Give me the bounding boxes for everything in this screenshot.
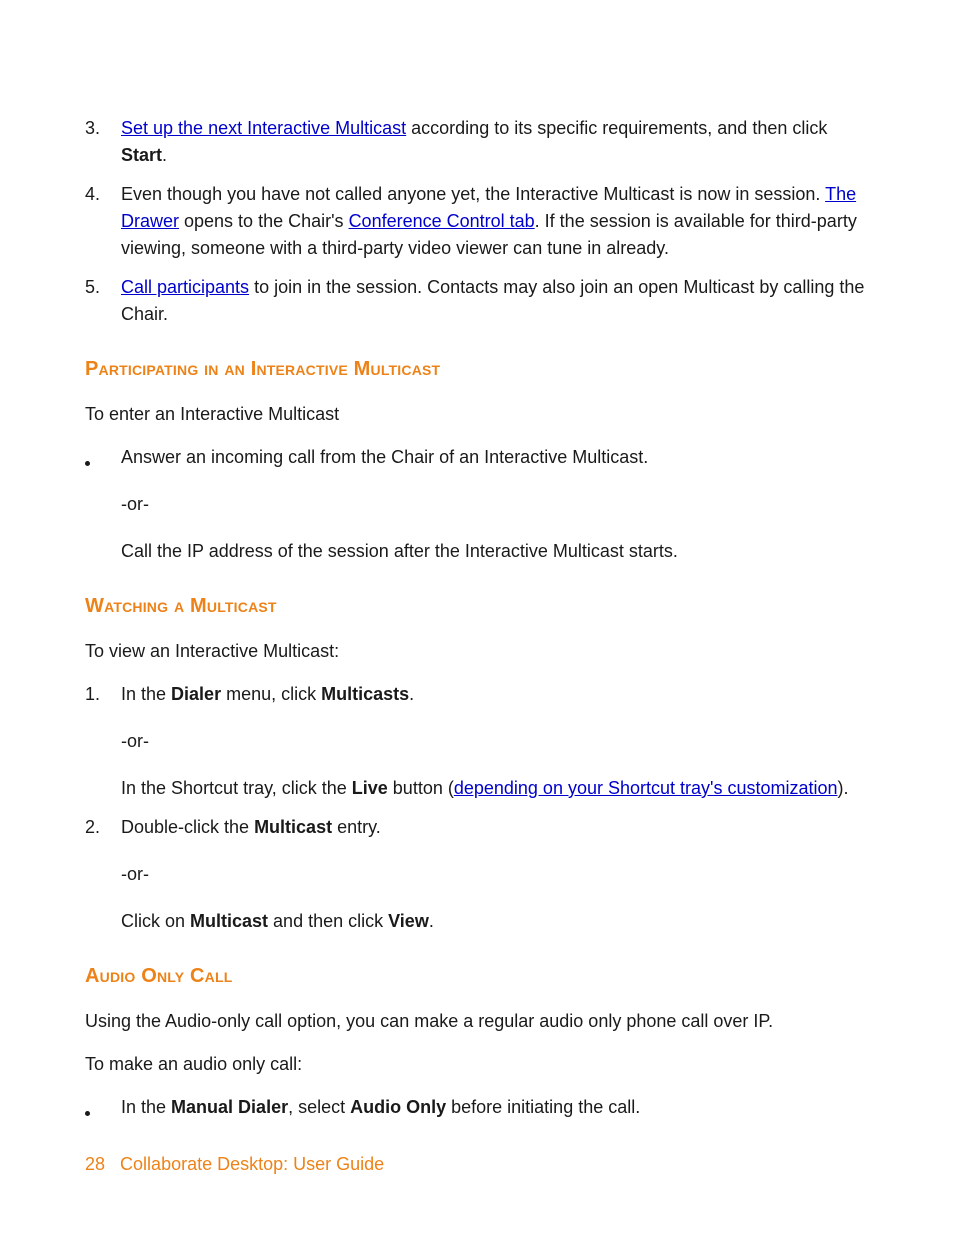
- or-separator: -or-: [121, 728, 874, 755]
- paragraph: To enter an Interactive Multicast: [85, 401, 874, 428]
- participating-bullets: Answer an incoming call from the Chair o…: [85, 444, 874, 565]
- footer-title: Collaborate Desktop: User Guide: [120, 1154, 384, 1174]
- step-2-alt: Click on Multicast and then click View.: [121, 908, 874, 935]
- link-setup-multicast[interactable]: Set up the next Interactive Multicast: [121, 118, 406, 138]
- text: Click on: [121, 911, 190, 931]
- setup-multicast-steps: 3. Set up the next Interactive Multicast…: [85, 115, 874, 328]
- bullet-icon: [85, 461, 90, 466]
- heading-audio-only: Audio Only Call: [85, 965, 874, 988]
- text: menu, click: [221, 684, 321, 704]
- text: Double-click the: [121, 817, 254, 837]
- text: button (: [388, 778, 454, 798]
- text: , select: [288, 1097, 350, 1117]
- text: according to its specific requirements, …: [406, 118, 827, 138]
- list-item-body: Answer an incoming call from the Chair o…: [121, 444, 874, 565]
- link-conference-control-tab[interactable]: Conference Control tab: [349, 211, 535, 231]
- list-marker: 5.: [85, 274, 121, 328]
- step-body: Even though you have not called anyone y…: [121, 181, 874, 262]
- text: .: [429, 911, 434, 931]
- audio-only-bullets: In the Manual Dialer, select Audio Only …: [85, 1094, 874, 1121]
- or-separator: -or-: [121, 491, 874, 518]
- text: ).: [838, 778, 849, 798]
- page-footer: 28 Collaborate Desktop: User Guide: [85, 1154, 384, 1175]
- bold-live: Live: [352, 778, 388, 798]
- step-body: Call participants to join in the session…: [121, 274, 874, 328]
- bold-start: Start: [121, 145, 162, 165]
- text: opens to the Chair's: [179, 211, 349, 231]
- list-marker: 3.: [85, 115, 121, 169]
- text: entry.: [332, 817, 381, 837]
- text: and then click: [268, 911, 388, 931]
- step-3: 3. Set up the next Interactive Multicast…: [85, 115, 874, 169]
- list-marker: 4.: [85, 181, 121, 262]
- or-separator: -or-: [121, 861, 874, 888]
- step-body: In the Dialer menu, click Multicasts. -o…: [121, 681, 874, 802]
- step-1-alt: In the Shortcut tray, click the Live but…: [121, 775, 874, 802]
- heading-participating: Participating in an Interactive Multicas…: [85, 358, 874, 381]
- bold-view: View: [388, 911, 429, 931]
- paragraph: Using the Audio-only call option, you ca…: [85, 1008, 874, 1035]
- text: In the Shortcut tray, click the: [121, 778, 352, 798]
- list-item: In the Manual Dialer, select Audio Only …: [85, 1094, 874, 1121]
- list-marker: 2.: [85, 814, 121, 935]
- step-4: 4. Even though you have not called anyon…: [85, 181, 874, 262]
- text: .: [409, 684, 414, 704]
- watching-step-2: 2. Double-click the Multicast entry. -or…: [85, 814, 874, 935]
- document-page: 3. Set up the next Interactive Multicast…: [0, 0, 954, 1235]
- bold-multicasts: Multicasts: [321, 684, 409, 704]
- paragraph: To view an Interactive Multicast:: [85, 638, 874, 665]
- text: Even though you have not called anyone y…: [121, 184, 825, 204]
- paragraph: To make an audio only call:: [85, 1051, 874, 1078]
- text: In the: [121, 1097, 171, 1117]
- bold-multicast: Multicast: [254, 817, 332, 837]
- alt-text: Call the IP address of the session after…: [121, 538, 874, 565]
- bullet-marker: [85, 1094, 121, 1121]
- heading-watching: Watching a Multicast: [85, 595, 874, 618]
- step-body: Double-click the Multicast entry. -or- C…: [121, 814, 874, 935]
- bullet-marker: [85, 444, 121, 565]
- bold-dialer: Dialer: [171, 684, 221, 704]
- text: .: [162, 145, 167, 165]
- step-body: Set up the next Interactive Multicast ac…: [121, 115, 874, 169]
- list-item: Answer an incoming call from the Chair o…: [85, 444, 874, 565]
- bullet-icon: [85, 1111, 90, 1116]
- link-call-participants[interactable]: Call participants: [121, 277, 249, 297]
- page-number: 28: [85, 1154, 105, 1174]
- text: Answer an incoming call from the Chair o…: [121, 447, 648, 467]
- list-item-body: In the Manual Dialer, select Audio Only …: [121, 1094, 874, 1121]
- bold-manual-dialer: Manual Dialer: [171, 1097, 288, 1117]
- bold-audio-only: Audio Only: [350, 1097, 446, 1117]
- step-5: 5. Call participants to join in the sess…: [85, 274, 874, 328]
- list-marker: 1.: [85, 681, 121, 802]
- watching-step-1: 1. In the Dialer menu, click Multicasts.…: [85, 681, 874, 802]
- text: In the: [121, 684, 171, 704]
- bold-multicast: Multicast: [190, 911, 268, 931]
- text: before initiating the call.: [446, 1097, 640, 1117]
- link-shortcut-customization[interactable]: depending on your Shortcut tray's custom…: [454, 778, 838, 798]
- watching-steps: 1. In the Dialer menu, click Multicasts.…: [85, 681, 874, 935]
